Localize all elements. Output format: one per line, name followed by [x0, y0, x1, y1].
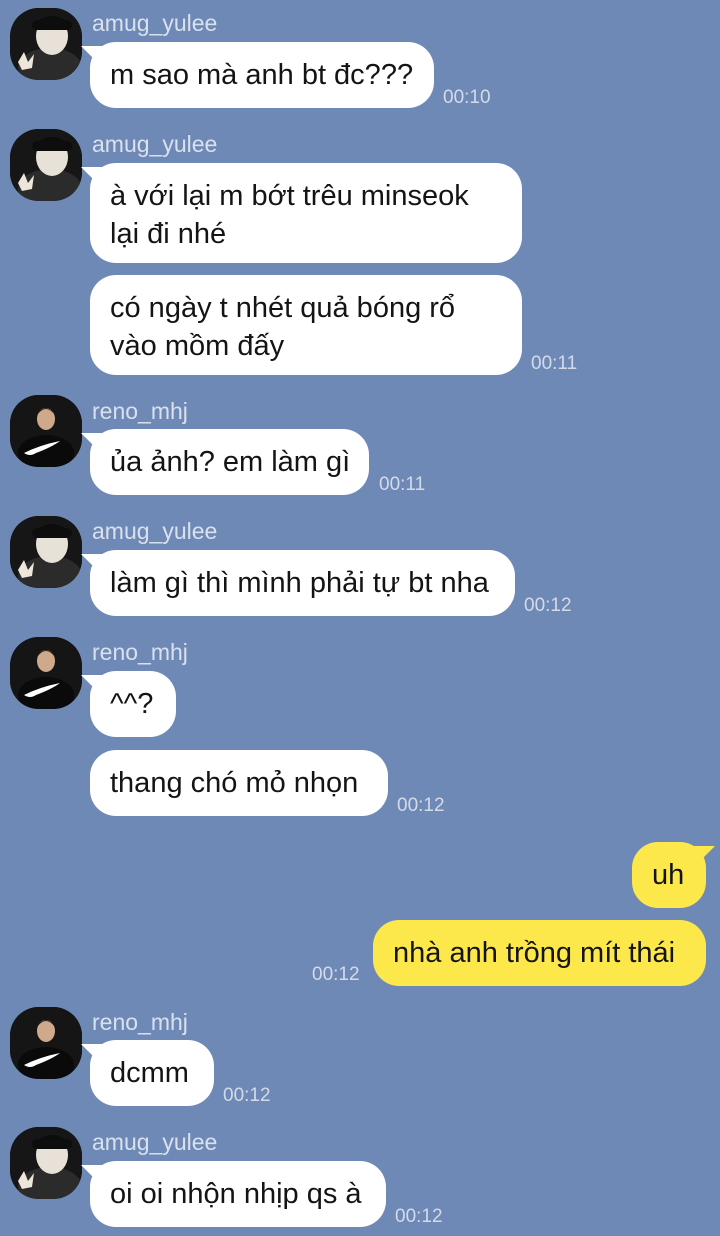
message-bubble-outgoing[interactable]: uh [632, 842, 706, 908]
profile-photo-icon [10, 395, 82, 467]
message-bubble[interactable]: à với lại m bớt trêu minseok lại đi nhé [90, 163, 522, 263]
message-text: thang chó mỏ nhọn [110, 767, 359, 799]
timestamp: 00:10 [443, 87, 491, 108]
message-text: nhà anh trồng mít thái [393, 937, 676, 969]
profile-photo-icon [10, 516, 82, 588]
message-bubble-outgoing[interactable]: nhà anh trồng mít thái [373, 920, 706, 986]
sender-name: reno_mhj [92, 639, 188, 665]
message-text: m sao mà anh bt đc??? [110, 59, 414, 91]
sender-name: reno_mhj [92, 1009, 188, 1035]
message-text: oi oi nhộn nhịp qs à [110, 1178, 362, 1210]
timestamp: 00:12 [223, 1085, 271, 1106]
sender-name: reno_mhj [92, 398, 188, 424]
avatar-amug-yulee[interactable] [10, 516, 82, 588]
message-text: ủa ảnh? em làm gì [110, 446, 351, 478]
message-text-line: có ngày t nhét quả bóng rổ [110, 292, 456, 324]
profile-photo-icon [10, 8, 82, 80]
message-bubble[interactable]: dcmm [90, 1040, 214, 1106]
message-bubble[interactable]: ủa ảnh? em làm gì [90, 429, 369, 495]
message-text: làm gì thì mình phải tự bt nha [110, 567, 489, 599]
avatar-reno-mhj[interactable] [10, 395, 82, 467]
message-text-line: vào mồm đấy [110, 330, 285, 362]
sender-name: amug_yulee [92, 518, 218, 544]
sender-name: amug_yulee [92, 10, 218, 36]
profile-photo-icon [10, 1127, 82, 1199]
message-bubble[interactable]: oi oi nhộn nhịp qs à [90, 1161, 386, 1227]
avatar-amug-yulee[interactable] [10, 8, 82, 80]
avatar-reno-mhj[interactable] [10, 1007, 82, 1079]
message-bubble[interactable]: m sao mà anh bt đc??? [90, 42, 434, 108]
avatar-amug-yulee[interactable] [10, 1127, 82, 1199]
timestamp: 00:11 [531, 353, 578, 374]
message-text: dcmm [110, 1057, 189, 1089]
sender-name: amug_yulee [92, 1129, 218, 1155]
profile-photo-icon [10, 1007, 82, 1079]
message-text: ^^? [110, 688, 154, 720]
timestamp: 00:11 [379, 474, 426, 495]
sender-name: amug_yulee [92, 131, 218, 157]
message-bubble[interactable]: thang chó mỏ nhọn [90, 750, 388, 816]
message-bubble[interactable]: ^^? [90, 671, 176, 737]
profile-photo-icon [10, 129, 82, 201]
message-text-line: à với lại m bớt trêu minseok [110, 180, 469, 212]
message-bubble[interactable]: có ngày t nhét quả bóng rổ vào mồm đấy [90, 275, 522, 375]
avatar-amug-yulee[interactable] [10, 129, 82, 201]
profile-photo-icon [10, 637, 82, 709]
message-text-line: lại đi nhé [110, 218, 227, 250]
timestamp: 00:12 [312, 964, 360, 985]
timestamp: 00:12 [524, 595, 572, 616]
message-bubble[interactable]: làm gì thì mình phải tự bt nha [90, 550, 515, 616]
timestamp: 00:12 [397, 795, 445, 816]
avatar-reno-mhj[interactable] [10, 637, 82, 709]
message-text: uh [652, 859, 685, 891]
timestamp: 00:12 [395, 1206, 443, 1227]
